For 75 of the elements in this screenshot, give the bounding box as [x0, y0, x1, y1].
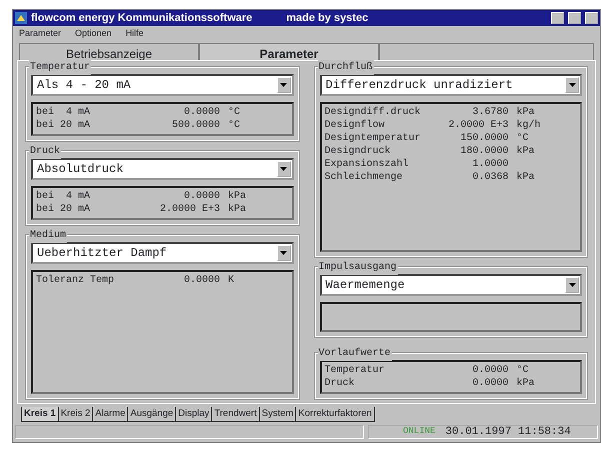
value-text: 150.0000 [459, 132, 510, 145]
value-label: Druck [324, 377, 356, 390]
dropdown[interactable]: Absolutdruck [31, 158, 294, 180]
menu-item[interactable]: Optionen [75, 27, 112, 39]
value-label: bei 4 mA [36, 106, 92, 119]
value-text: 3.6780 [471, 106, 510, 119]
value-label: bei 4 mA [36, 190, 92, 203]
tab[interactable]: Ausgänge [127, 407, 176, 422]
close-button[interactable] [585, 12, 598, 24]
value-text: 180.0000 [459, 145, 510, 158]
value-label: Schleichmenge [324, 171, 404, 184]
value-label: Expansionszahl [324, 158, 410, 171]
dropdown[interactable]: Waermemenge [320, 274, 582, 296]
value-text: 1.0000 [471, 158, 510, 171]
value-text: 0.0368 [471, 171, 510, 184]
group-title: Durchfluß [318, 60, 374, 75]
unit-label: °C [516, 364, 530, 377]
value-label: Toleranz Temp [36, 274, 116, 287]
app-icon [15, 12, 27, 24]
minimize-button[interactable] [551, 12, 564, 24]
value-label: bei 20 mA [36, 119, 92, 132]
connection-status: ONLINE [402, 425, 436, 438]
value-text: 2.0000 E+3 [447, 119, 510, 132]
window-title: flowcom energy Kommunikationssoftware [31, 10, 252, 26]
unit-label: kPa [516, 377, 536, 390]
unit-label: kg/h [516, 119, 542, 132]
value-label: Designdiff.druck [324, 106, 422, 119]
tab[interactable]: Kreis 1 [21, 407, 59, 422]
unit-label: °C [228, 106, 242, 119]
tab[interactable]: Korrekturfaktoren [295, 407, 375, 422]
value-text: 2.0000 E+3 [158, 203, 221, 216]
group-title: Impulsausgang [318, 260, 398, 275]
dropdown[interactable]: Ueberhitzter Dampf [31, 242, 294, 264]
value-text: 0.0000 [471, 364, 510, 377]
value-label: bei 20 mA [36, 203, 92, 216]
value-label: Designflow [324, 119, 386, 132]
group-title: Druck [29, 144, 62, 159]
unit-label: K [228, 274, 236, 287]
dropdown-arrow-icon [280, 83, 287, 87]
dropdown-arrow-icon [568, 83, 576, 87]
group-title: Medium [29, 228, 68, 243]
unit-label: kPa [516, 145, 536, 158]
unit-label: °C [228, 119, 242, 132]
dropdown-arrow-icon [568, 283, 576, 287]
group-title: Vorlaufwerte [318, 346, 392, 361]
tab[interactable]: Display [175, 407, 212, 422]
tab[interactable]: Trendwert [211, 407, 260, 422]
dropdown-arrow-icon [280, 167, 287, 171]
tab[interactable]: System [258, 407, 296, 422]
tab[interactable]: Kreis 2 [58, 407, 94, 422]
maximize-button[interactable] [568, 12, 581, 24]
unit-label: kPa [228, 203, 248, 216]
value-text: 0.0000 [471, 377, 510, 390]
value-text: 500.0000 [170, 119, 221, 132]
value-label: Designtemperatur [324, 132, 422, 145]
unit-label: kPa [516, 171, 536, 184]
tab[interactable]: Parameter [199, 43, 379, 60]
unit-label: kPa [228, 190, 248, 203]
dropdown-arrow-icon [280, 251, 287, 255]
value-label: Designdruck [324, 145, 392, 158]
value-text: 0.0000 [182, 106, 221, 119]
tab[interactable]: Betriebsanzeige [19, 43, 199, 60]
unit-label: °C [516, 132, 530, 145]
window-subtitle: made by systec [286, 10, 368, 26]
dropdown[interactable]: Differenzdruck unradiziert [320, 74, 582, 96]
dropdown[interactable]: Als 4 - 20 mA [31, 74, 294, 96]
menu-item[interactable]: Parameter [19, 27, 62, 39]
value-text: 0.0000 [182, 190, 221, 203]
unit-label: kPa [516, 106, 536, 119]
status-datetime: 30.01.1997 11:58:34 [445, 424, 571, 440]
group-title: Temperatur [29, 60, 92, 75]
value-label: Temperatur [324, 364, 386, 377]
tab[interactable]: Alarme [92, 407, 128, 422]
value-text: 0.0000 [182, 274, 221, 287]
menu-item[interactable]: Hilfe [126, 27, 144, 39]
